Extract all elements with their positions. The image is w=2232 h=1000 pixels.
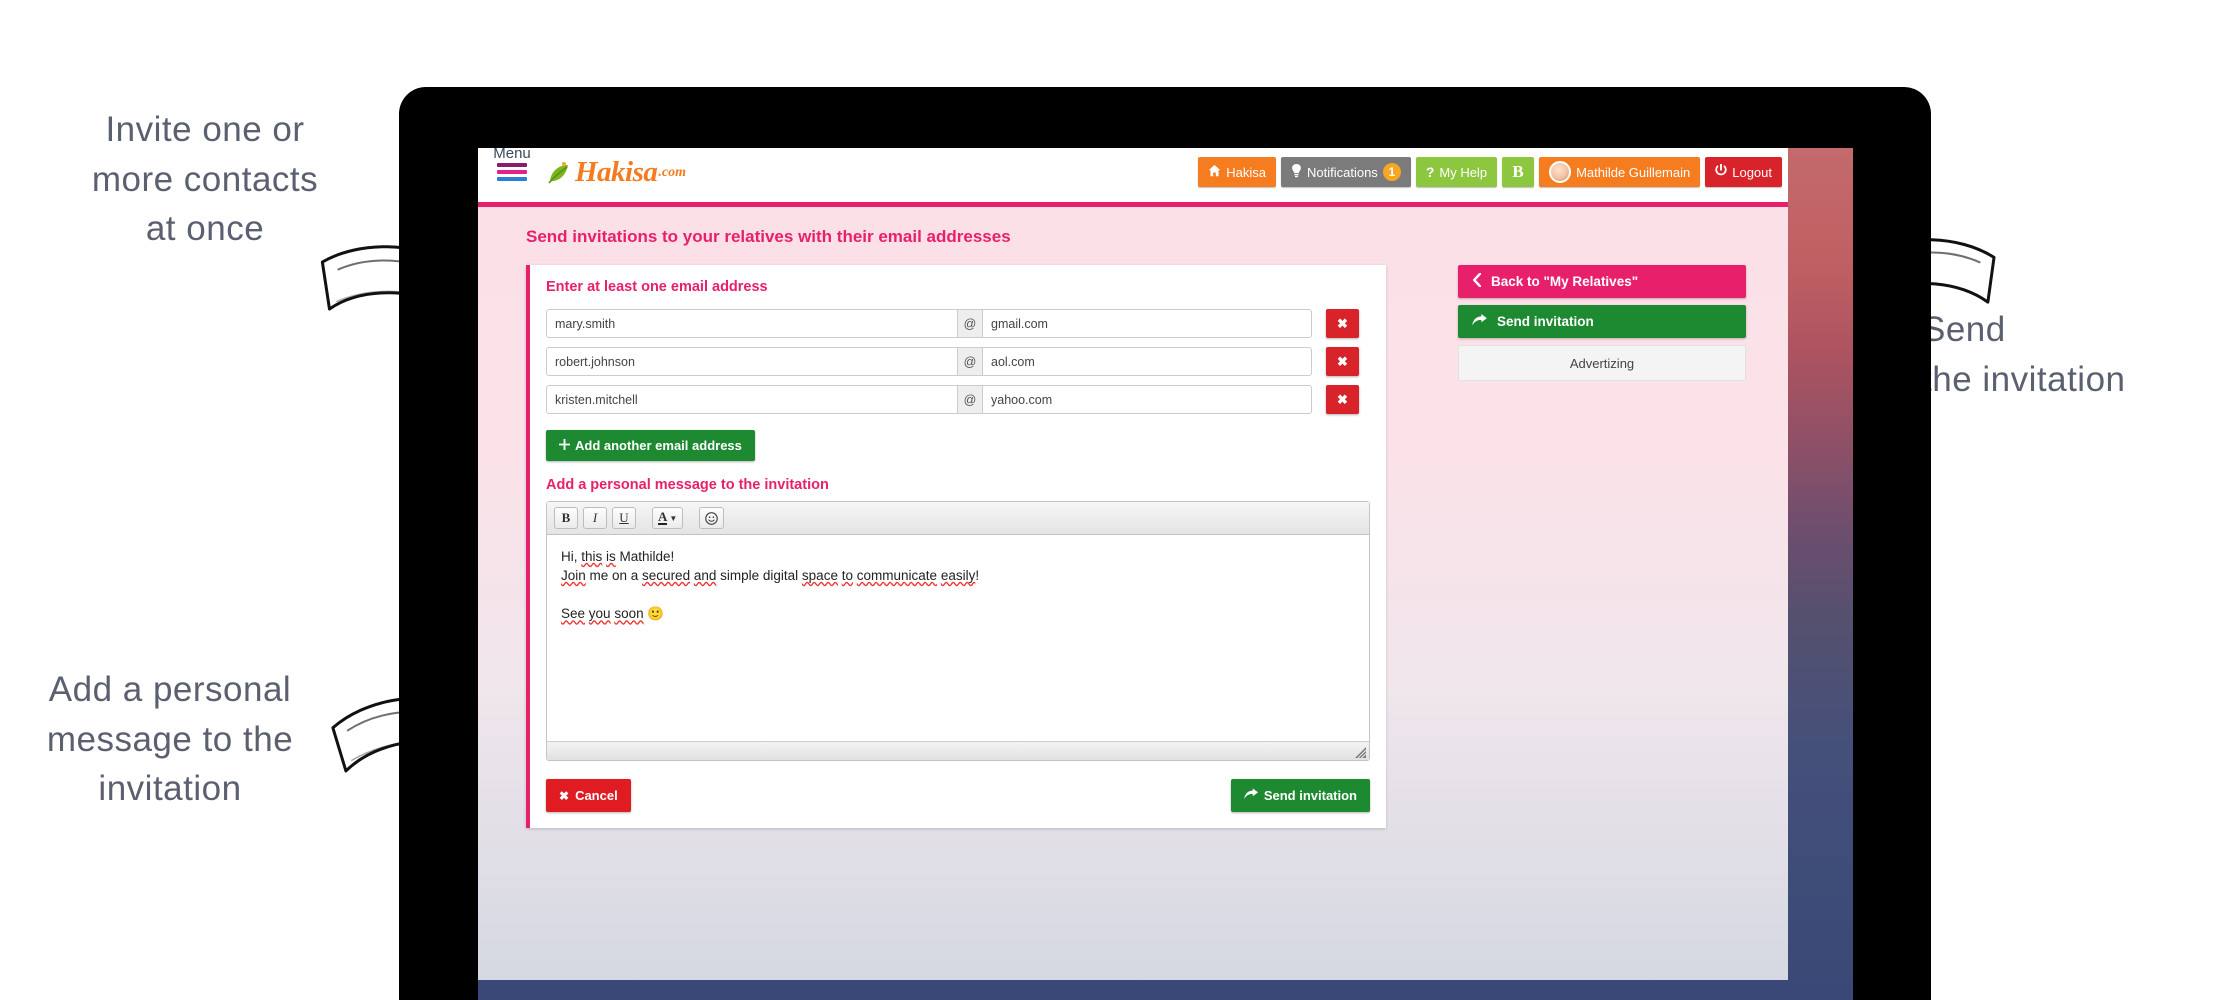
at-symbol: @: [958, 385, 982, 414]
avatar: [1549, 161, 1572, 183]
tablet-device-frame: Menu Hakisa .com Hakisa Notifications 1 …: [400, 88, 1930, 1000]
email-row: @✖: [546, 309, 1370, 338]
nav-hakisa-button[interactable]: Hakisa: [1198, 157, 1276, 187]
bulb-icon: [1291, 163, 1302, 181]
x-icon: ✖: [559, 788, 570, 803]
nav-notifications-label: Notifications: [1307, 164, 1378, 180]
at-symbol: @: [958, 309, 982, 338]
resize-grip-icon[interactable]: [1355, 747, 1366, 758]
plus-icon: [559, 438, 570, 453]
smiley-icon[interactable]: [699, 507, 725, 529]
cancel-label: Cancel: [575, 788, 618, 803]
leaf-icon: [546, 160, 572, 186]
power-icon: [1715, 163, 1727, 180]
menu-label: Menu: [493, 148, 531, 162]
advertising-label: Advertizing: [1569, 355, 1635, 371]
email-section-title: Enter at least one email address: [546, 279, 768, 295]
email-rows-list: @✖@✖@✖: [546, 309, 1370, 414]
email-domain-input[interactable]: [982, 309, 1312, 338]
cancel-button[interactable]: ✖ Cancel: [546, 779, 631, 812]
sidebar-back-label: Back to "My Relatives": [1491, 274, 1639, 289]
message-line: See you soon 🙂: [561, 606, 665, 622]
hakisa-logo[interactable]: Hakisa .com: [546, 156, 686, 189]
sidebar-send-label: Send invitation: [1497, 314, 1594, 329]
italic-icon[interactable]: I: [583, 507, 607, 529]
at-symbol: @: [958, 347, 982, 376]
delete-email-row-button[interactable]: ✖: [1326, 347, 1359, 376]
question-icon: ?: [1425, 164, 1435, 180]
callout-personal-message: Add a personal message to the invitation: [46, 670, 294, 809]
home-icon: [1208, 164, 1221, 180]
nav-logout-button[interactable]: Logout: [1705, 157, 1782, 187]
email-local-input[interactable]: [546, 385, 958, 414]
message-section-title: Add a personal message to the invitation: [546, 477, 829, 493]
chevron-left-icon: [1472, 272, 1482, 290]
message-line: [561, 585, 1355, 604]
send-invitation-label: Send invitation: [1263, 788, 1357, 803]
editor-statusbar: [547, 741, 1369, 760]
nav-b-label: B: [1512, 162, 1524, 181]
font-color-icon[interactable]: A ▼: [652, 507, 684, 529]
nav-notifications-button[interactable]: Notifications 1: [1281, 157, 1411, 187]
editor-toolbar: B I U A ▼: [547, 502, 1369, 535]
nav-logout-label: Logout: [1732, 164, 1772, 180]
email-local-input[interactable]: [546, 309, 958, 338]
advertising-placeholder: Advertizing: [1458, 345, 1746, 381]
add-another-email-label: Add another email address: [575, 438, 742, 453]
page-title: Send invitations to your relatives with …: [526, 227, 1011, 246]
arrow-forward-icon: [1243, 788, 1258, 803]
send-invitation-button[interactable]: Send invitation: [1230, 779, 1370, 812]
browser-viewport: Menu Hakisa .com Hakisa Notifications 1 …: [478, 148, 1788, 980]
delete-email-row-button[interactable]: ✖: [1326, 309, 1359, 338]
arrow-forward-icon: [1472, 314, 1487, 329]
message-editor: B I U A ▼ Hi, this is Mathilde! Join me …: [546, 501, 1370, 761]
bold-icon[interactable]: B: [554, 507, 578, 529]
nav-hakisa-label: Hakisa: [1226, 164, 1266, 180]
email-domain-input[interactable]: [982, 347, 1312, 376]
email-row: @✖: [546, 347, 1370, 376]
add-another-email-button[interactable]: Add another email address: [546, 430, 755, 461]
email-local-input[interactable]: [546, 347, 958, 376]
delete-email-row-button[interactable]: ✖: [1326, 385, 1359, 414]
email-domain-input[interactable]: [982, 385, 1312, 414]
message-line: Join me on a secured and simple digital …: [561, 568, 980, 584]
invitation-form-card: Enter at least one email address @✖@✖@✖ …: [526, 265, 1386, 828]
nav-profile-label: Mathilde Guillemain: [1576, 164, 1691, 180]
right-sidebar: Back to "My Relatives" Send invitation A…: [1458, 265, 1746, 381]
app-header: Menu Hakisa .com Hakisa Notifications 1 …: [478, 148, 1788, 202]
underline-icon[interactable]: U: [612, 507, 636, 529]
form-actions: ✖ Cancel Send invitation: [546, 779, 1370, 812]
message-text-area[interactable]: Hi, this is Mathilde! Join me on a secure…: [547, 535, 1369, 741]
nav-myhelp-label: My Help: [1439, 164, 1488, 180]
menu-button[interactable]: Menu: [486, 148, 538, 184]
email-row: @✖: [546, 385, 1370, 414]
sidebar-back-to-relatives-button[interactable]: Back to "My Relatives": [1458, 265, 1746, 298]
sidebar-send-invitation-button[interactable]: Send invitation: [1458, 305, 1746, 338]
hamburger-icon[interactable]: [497, 163, 527, 181]
nav-myhelp-button[interactable]: ? My Help: [1415, 157, 1498, 187]
message-line: Hi, this is Mathilde!: [561, 549, 675, 564]
notifications-badge: 1: [1382, 163, 1401, 181]
tablet-screen: Menu Hakisa .com Hakisa Notifications 1 …: [478, 148, 1853, 1000]
nav-b-button[interactable]: B: [1502, 157, 1535, 187]
page-content: Send invitations to your relatives with …: [478, 207, 1788, 980]
logo-tld: .com: [658, 164, 687, 180]
nav-profile-button[interactable]: Mathilde Guillemain: [1539, 157, 1701, 187]
header-nav: Hakisa Notifications 1 ? My Help B Mathi…: [1198, 157, 1782, 187]
logo-wordmark: Hakisa: [575, 156, 658, 188]
